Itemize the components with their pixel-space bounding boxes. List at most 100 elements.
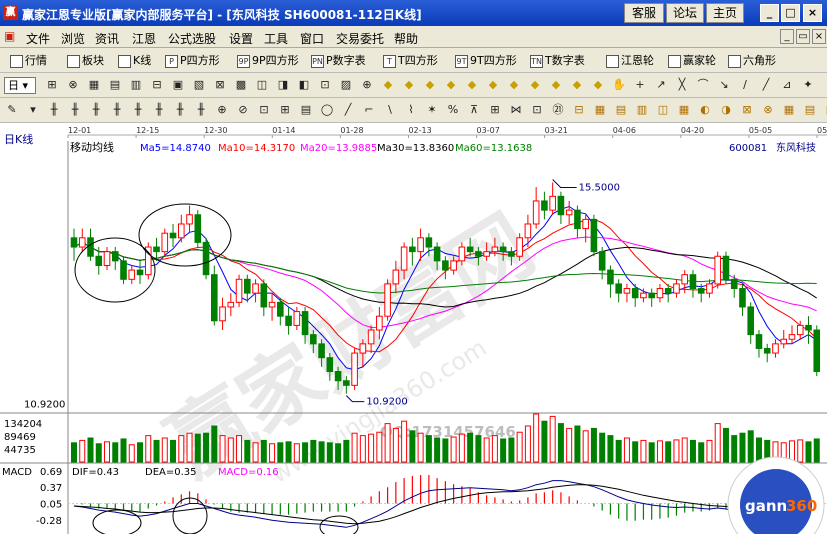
toolbar-8[interactable]: TN T数字表 [530,52,585,68]
indicator-tool-icon[interactable]: ⊕ [214,102,230,118]
draw-tool-icon[interactable]: ◆ [506,77,522,93]
menu-3[interactable]: 江恩 [132,30,156,47]
toolbar-1[interactable]: 板块 [67,52,104,68]
indicator-tool-icon[interactable]: ⊗ [760,102,776,118]
draw-tool-icon[interactable]: ▥ [128,77,144,93]
indicator-tool-icon[interactable]: ╫ [151,102,167,118]
draw-tool-icon[interactable]: ◆ [548,77,564,93]
mdi-restore-icon[interactable]: ▭ [796,29,810,44]
indicator-tool-icon[interactable]: ▦ [676,102,692,118]
indicator-tool-icon[interactable]: ⌐ [361,102,377,118]
draw-tool-icon[interactable]: ▤ [107,77,123,93]
menu-4[interactable]: 公式选股 [168,30,216,47]
draw-tool-icon[interactable]: ◆ [380,77,396,93]
draw-tool-icon[interactable]: ◫ [254,77,270,93]
draw-tool-icon[interactable]: ↗ [653,77,669,93]
draw-tool-icon[interactable]: ⊞ [44,77,60,93]
indicator-tool-icon[interactable]: ▤ [802,102,818,118]
indicator-tool-icon[interactable]: ▥ [823,102,827,118]
toolbar-4[interactable]: 9P 9P四方形 [237,52,299,68]
indicator-tool-icon[interactable]: ╫ [67,102,83,118]
indicator-tool-icon[interactable]: ⊞ [487,102,503,118]
draw-tool-icon[interactable]: ◆ [422,77,438,93]
draw-tool-icon[interactable]: ◆ [443,77,459,93]
draw-tool-icon[interactable]: ⊟ [149,77,165,93]
indicator-tool-icon[interactable]: ▥ [634,102,650,118]
indicator-tool-icon[interactable]: ▦ [592,102,608,118]
toolbar-3[interactable]: P P四方形 [165,52,220,68]
draw-tool-icon[interactable]: ∕ [737,77,753,93]
indicator-tool-icon[interactable]: ⊠ [739,102,755,118]
indicator-tool-icon[interactable]: \ [382,102,398,118]
draw-tool-icon[interactable]: ✋ [611,77,627,93]
indicator-tool-icon[interactable]: ▤ [298,102,314,118]
toolbar-7[interactable]: 9T 9T四方形 [455,52,517,68]
menu-2[interactable]: 资讯 [95,30,119,47]
indicator-tool-icon[interactable]: ㉑ [550,102,566,118]
draw-tool-icon[interactable]: ▦ [86,77,102,93]
draw-tool-icon[interactable]: ▩ [233,77,249,93]
draw-tool-icon[interactable]: + [632,77,648,93]
indicator-tool-icon[interactable]: ▾ [25,102,41,118]
zhuye-button[interactable]: 主页 [706,3,744,23]
toolbar-6[interactable]: T T四方形 [383,52,438,68]
draw-tool-icon[interactable]: ◆ [527,77,543,93]
indicator-tool-icon[interactable]: ╫ [46,102,62,118]
menu-9[interactable]: 帮助 [394,30,418,47]
toolbar-11[interactable]: 六角形 [728,52,776,68]
toolbar-0[interactable]: 行情 [10,52,47,68]
draw-tool-icon[interactable]: ↘ [716,77,732,93]
maximize-icon[interactable]: □ [781,4,800,22]
draw-tool-icon[interactable]: ◆ [485,77,501,93]
indicator-tool-icon[interactable]: ╫ [193,102,209,118]
indicator-tool-icon[interactable]: ╫ [88,102,104,118]
indicator-tool-icon[interactable]: ⊡ [529,102,545,118]
indicator-tool-icon[interactable]: ◫ [655,102,671,118]
toolbar-2[interactable]: K线 [118,52,151,68]
draw-tool-icon[interactable]: ◆ [569,77,585,93]
indicator-tool-icon[interactable]: ╫ [130,102,146,118]
draw-tool-icon[interactable]: ✦ [800,77,816,93]
indicator-tool-icon[interactable]: ╱ [340,102,356,118]
toolbar-5[interactable]: PN P数字表 [311,52,366,68]
toolbar-10[interactable]: 赢家轮 [668,52,716,68]
kefu-button[interactable]: 客服 [624,3,664,23]
indicator-tool-icon[interactable]: ⊼ [466,102,482,118]
menu-8[interactable]: 交易委托 [336,30,384,47]
draw-tool-icon[interactable]: ▧ [191,77,207,93]
draw-tool-icon[interactable]: ⊿ [779,77,795,93]
indicator-tool-icon[interactable]: % [445,102,461,118]
draw-tool-icon[interactable]: ▣ [170,77,186,93]
draw-tool-icon[interactable]: ▨ [338,77,354,93]
menu-1[interactable]: 浏览 [61,30,85,47]
draw-tool-icon[interactable]: ⌒ [695,77,711,93]
draw-tool-icon[interactable]: ◆ [590,77,606,93]
menu-0[interactable]: 文件 [26,30,50,47]
draw-tool-icon[interactable]: ◆ [464,77,480,93]
draw-tool-icon[interactable]: ⊗ [65,77,81,93]
draw-tool-icon[interactable]: ◧ [296,77,312,93]
indicator-tool-icon[interactable]: ▦ [781,102,797,118]
draw-tool-icon[interactable]: ╳ [674,77,690,93]
indicator-tool-icon[interactable]: ╫ [172,102,188,118]
indicator-tool-icon[interactable]: ⊘ [235,102,251,118]
toolbar-9[interactable]: 江恩轮 [606,52,654,68]
period-select[interactable]: 日 ▾ [4,77,36,94]
menu-6[interactable]: 工具 [264,30,288,47]
indicator-tool-icon[interactable]: ◐ [697,102,713,118]
mdi-close-icon[interactable]: × [812,29,826,44]
draw-tool-icon[interactable]: ◆ [401,77,417,93]
menu-5[interactable]: 设置 [229,30,253,47]
indicator-tool-icon[interactable]: ✎ [4,102,20,118]
indicator-tool-icon[interactable]: ◯ [319,102,335,118]
draw-tool-icon[interactable]: ╱ [758,77,774,93]
draw-tool-icon[interactable]: ⊕ [359,77,375,93]
kline-chart[interactable]: 12-01 12-15 12-30 01-14 01-28 02-13 03-07 03-21… [0,123,827,534]
draw-tool-icon[interactable]: ⊠ [212,77,228,93]
mdi-minimize-icon[interactable]: _ [780,29,794,44]
indicator-tool-icon[interactable]: ⌇ [403,102,419,118]
close-icon[interactable]: × [803,4,822,22]
draw-tool-icon[interactable]: ⊡ [317,77,333,93]
indicator-tool-icon[interactable]: ◑ [718,102,734,118]
indicator-tool-icon[interactable]: ▤ [613,102,629,118]
